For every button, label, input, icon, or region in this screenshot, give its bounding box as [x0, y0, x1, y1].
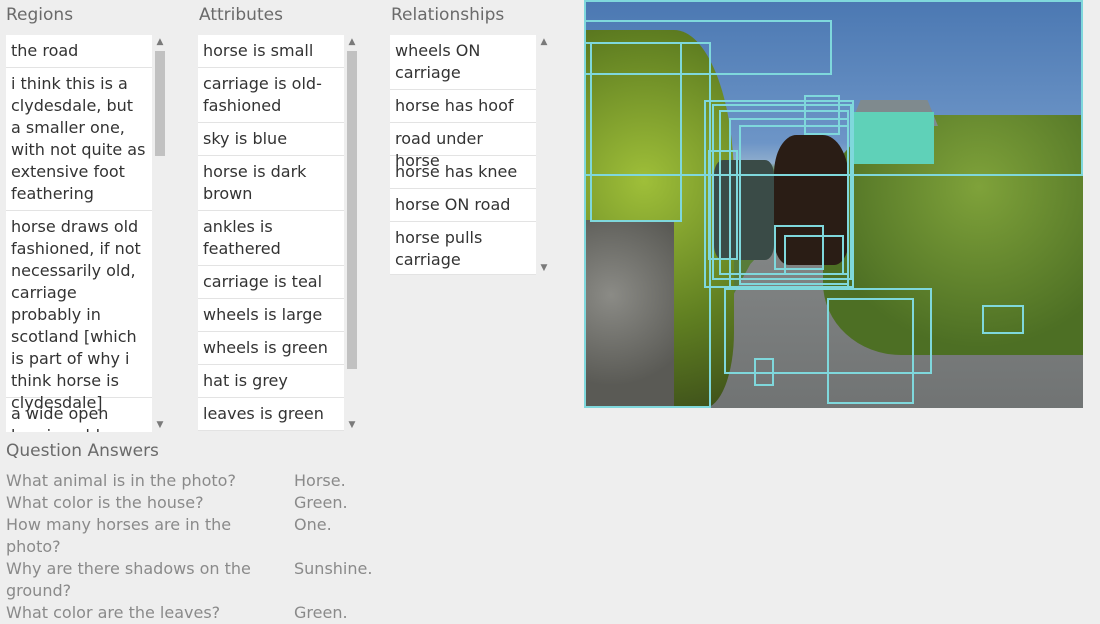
attribute-item[interactable]: ankles is feathered	[198, 211, 344, 266]
attribute-item[interactable]: wheels is large	[198, 299, 344, 332]
attribute-item[interactable]: horse is dark brown	[198, 156, 344, 211]
regions-list[interactable]: the road i think this is a clydesdale, b…	[6, 35, 152, 432]
attribute-item[interactable]: hat is grey	[198, 365, 344, 398]
attribute-item[interactable]: sky is blue	[198, 123, 344, 156]
relationship-item[interactable]: road under horse	[390, 123, 536, 170]
relationship-item[interactable]: horse has hoof	[390, 90, 536, 123]
region-item[interactable]: horse draws old fashioned, if not necess…	[6, 211, 152, 412]
attributes-title: Attributes	[199, 5, 283, 25]
relationship-item[interactable]: wheels ON carriage	[390, 35, 536, 90]
attributes-scrollbar[interactable]: ▲ ▼	[345, 35, 359, 432]
scroll-up-arrow-icon[interactable]: ▲	[537, 35, 551, 49]
regions-scrollbar[interactable]: ▲ ▼	[153, 35, 167, 432]
relationships-title: Relationships	[391, 5, 505, 25]
region-item[interactable]: a wide open hemiyan blue sky	[6, 398, 152, 432]
attribute-item[interactable]: wheels is green	[198, 332, 344, 365]
regions-scroll-thumb[interactable]	[155, 51, 165, 156]
region-bbox[interactable]	[708, 150, 738, 260]
relationship-item[interactable]: horse pulls carriage	[390, 222, 536, 275]
relationships-list[interactable]: wheels ON carriage horse has hoof road u…	[390, 35, 536, 275]
qa-answer: One.	[294, 515, 332, 534]
region-bbox[interactable]	[784, 235, 844, 275]
qa-question: What animal is in the photo?	[6, 471, 236, 490]
relationships-scrollbar[interactable]: ▲ ▼	[537, 35, 551, 275]
attributes-list[interactable]: horse is small carriage is old-fashioned…	[198, 35, 344, 432]
region-bbox[interactable]	[804, 95, 840, 135]
regions-title: Regions	[6, 5, 74, 25]
scroll-down-arrow-icon[interactable]: ▼	[153, 418, 167, 432]
region-item[interactable]: i think this is a clydesdale, but a smal…	[6, 68, 152, 211]
qa-question: What color is the house?	[6, 493, 204, 512]
qa-question: Why are there shadows on the ground?	[6, 559, 251, 600]
scroll-down-arrow-icon[interactable]: ▼	[345, 418, 359, 432]
scroll-up-arrow-icon[interactable]: ▲	[345, 35, 359, 49]
scroll-down-arrow-icon[interactable]: ▼	[537, 261, 551, 275]
region-item[interactable]: the road	[6, 35, 152, 68]
qa-title: Question Answers	[6, 441, 159, 461]
region-bbox[interactable]	[584, 42, 711, 408]
qa-answer: Green.	[294, 493, 348, 512]
region-bbox[interactable]	[982, 305, 1024, 334]
qa-answer: Horse.	[294, 471, 346, 490]
region-bbox[interactable]	[754, 358, 774, 386]
attribute-item[interactable]: carriage is old-fashioned	[198, 68, 344, 123]
attribute-item[interactable]: carriage is teal	[198, 266, 344, 299]
scroll-up-arrow-icon[interactable]: ▲	[153, 35, 167, 49]
attributes-scroll-thumb[interactable]	[347, 51, 357, 369]
relationship-item[interactable]: horse has knee	[390, 156, 536, 189]
attribute-item[interactable]: leaves is green	[198, 398, 344, 431]
scene-photo[interactable]	[584, 0, 1083, 408]
qa-question: How many horses are in the photo?	[6, 515, 232, 556]
attribute-item[interactable]: horse is small	[198, 35, 344, 68]
region-bbox[interactable]	[827, 298, 914, 404]
qa-answer: Sunshine.	[294, 559, 373, 578]
relationship-item[interactable]: horse ON road	[390, 189, 536, 222]
